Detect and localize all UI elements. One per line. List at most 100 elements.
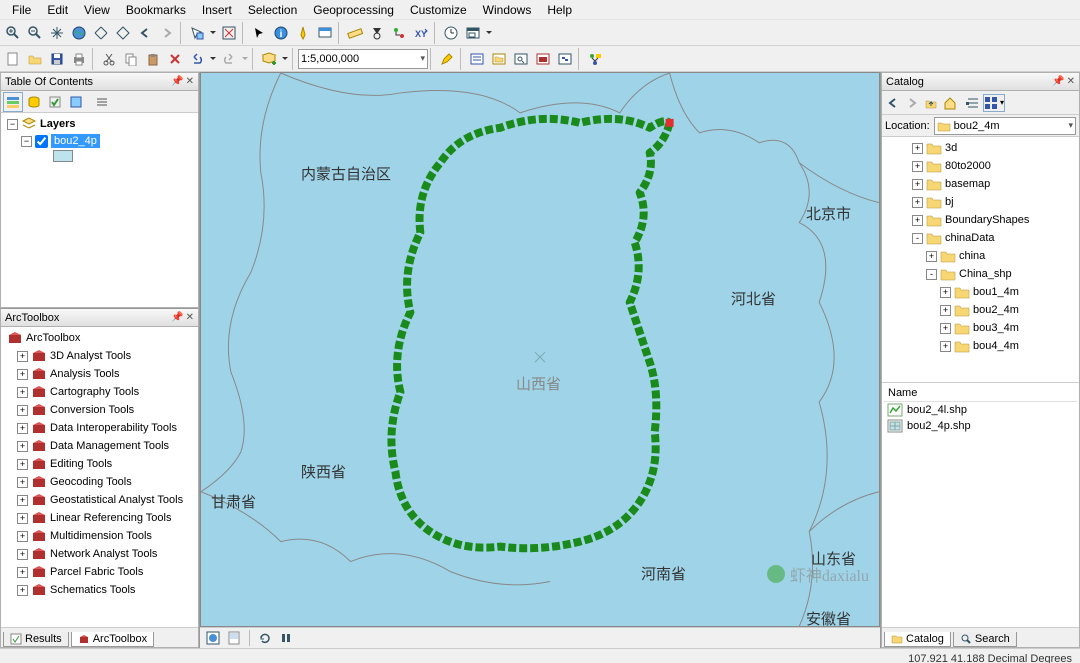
menu-file[interactable]: File <box>4 1 39 19</box>
toolbox-item[interactable]: +Multidimension Tools <box>3 527 196 545</box>
toc-layers-root[interactable]: − Layers <box>3 115 196 133</box>
expand-icon[interactable]: + <box>17 477 28 488</box>
expand-icon[interactable]: + <box>17 387 28 398</box>
delete-icon[interactable] <box>164 48 186 70</box>
expand-icon[interactable]: + <box>17 495 28 506</box>
pin-icon[interactable]: 📌 <box>171 76 183 87</box>
pause-icon[interactable] <box>277 629 295 647</box>
data-view-icon[interactable] <box>204 629 222 647</box>
expand-icon[interactable]: + <box>926 251 937 262</box>
catalog-tree-item[interactable]: -China_shp <box>884 265 1077 283</box>
toolbox-item[interactable]: +Linear Referencing Tools <box>3 509 196 527</box>
findroute-icon[interactable] <box>388 22 410 44</box>
menu-customize[interactable]: Customize <box>402 1 475 19</box>
layout-view-icon[interactable] <box>225 629 243 647</box>
toolbox-item[interactable]: +Data Interoperability Tools <box>3 419 196 437</box>
catalog-tree-item[interactable]: +80to2000 <box>884 157 1077 175</box>
menu-view[interactable]: View <box>76 1 118 19</box>
toc-symbol[interactable] <box>3 149 196 163</box>
search-window-icon[interactable] <box>510 48 532 70</box>
expand-icon[interactable]: + <box>940 323 951 334</box>
catalog-tree-item[interactable]: +bou3_4m <box>884 319 1077 337</box>
measure-icon[interactable] <box>344 22 366 44</box>
undo-dropdown-icon[interactable] <box>208 48 218 70</box>
close-icon[interactable]: ✕ <box>186 76 194 87</box>
toggle-tree-icon[interactable] <box>964 94 982 112</box>
expand-icon[interactable]: + <box>17 441 28 452</box>
catalog-tree-item[interactable]: +bou2_4m <box>884 301 1077 319</box>
redo-dropdown-icon[interactable] <box>240 48 250 70</box>
location-input[interactable]: bou2_4m ▾ <box>934 117 1076 135</box>
toolbox-item[interactable]: +Geocoding Tools <box>3 473 196 491</box>
menu-bookmarks[interactable]: Bookmarks <box>118 1 194 19</box>
expand-icon[interactable]: + <box>940 287 951 298</box>
map-view[interactable]: 内蒙古自治区 北京市 河北省 山西省 陕西省 甘肃省 河南省 山东省 安徽省 虾… <box>200 72 880 627</box>
arctoolbox-window-icon[interactable] <box>532 48 554 70</box>
add-data-icon[interactable] <box>258 48 280 70</box>
catalog-tree-item[interactable]: +bj <box>884 193 1077 211</box>
home-icon[interactable] <box>941 94 959 112</box>
toolbox-item[interactable]: +Analysis Tools <box>3 365 196 383</box>
layer-visibility-checkbox[interactable] <box>35 135 48 148</box>
collapse-icon[interactable]: - <box>926 269 937 280</box>
scale-input[interactable]: 1:5,000,000▾ <box>298 49 428 69</box>
tab-arctoolbox[interactable]: ArcToolbox <box>71 632 154 647</box>
menu-selection[interactable]: Selection <box>240 1 305 19</box>
toolbox-item[interactable]: +Geostatistical Analyst Tools <box>3 491 196 509</box>
list-by-visibility-icon[interactable] <box>45 92 65 112</box>
close-icon[interactable]: ✕ <box>1067 76 1075 87</box>
cut-icon[interactable] <box>98 48 120 70</box>
catalog-file-item[interactable]: bou2_4l.shp <box>884 402 1077 418</box>
expand-icon[interactable]: + <box>17 351 28 362</box>
menu-geoprocessing[interactable]: Geoprocessing <box>305 1 402 19</box>
collapse-icon[interactable]: - <box>912 233 923 244</box>
hyperlink-icon[interactable] <box>292 22 314 44</box>
expand-icon[interactable]: + <box>17 585 28 596</box>
zoom-in-icon[interactable] <box>2 22 24 44</box>
refresh-icon[interactable] <box>256 629 274 647</box>
back-icon[interactable] <box>884 94 902 112</box>
list-by-selection-icon[interactable] <box>66 92 86 112</box>
expand-icon[interactable]: + <box>912 179 923 190</box>
expand-icon[interactable]: + <box>912 161 923 172</box>
model-builder-icon[interactable] <box>584 48 606 70</box>
viewer-window-icon[interactable] <box>462 22 484 44</box>
select-features-icon[interactable] <box>186 22 208 44</box>
pointer-icon[interactable] <box>248 22 270 44</box>
expand-icon[interactable]: + <box>17 459 28 470</box>
tab-search[interactable]: Search <box>953 632 1017 647</box>
find-icon[interactable] <box>366 22 388 44</box>
editor-toolbar-icon[interactable] <box>436 48 458 70</box>
expand-icon[interactable]: + <box>912 143 923 154</box>
list-by-source-icon[interactable] <box>24 92 44 112</box>
redo-icon[interactable] <box>218 48 240 70</box>
add-data-dropdown-icon[interactable] <box>280 48 290 70</box>
layer-name[interactable]: bou2_4p <box>51 134 100 148</box>
python-window-icon[interactable] <box>554 48 576 70</box>
expand-icon[interactable]: + <box>912 197 923 208</box>
paste-icon[interactable] <box>142 48 164 70</box>
chevron-down-icon[interactable]: ▾ <box>1068 120 1073 131</box>
pin-icon[interactable]: 📌 <box>1052 76 1064 87</box>
chevron-down-icon[interactable]: ▾ <box>420 53 425 64</box>
expand-icon[interactable]: + <box>17 513 28 524</box>
toolbox-item[interactable]: +Network Analyst Tools <box>3 545 196 563</box>
collapse-icon[interactable]: − <box>21 136 32 147</box>
toc-icon[interactable] <box>466 48 488 70</box>
catalog-file-item[interactable]: bou2_4p.shp <box>884 418 1077 434</box>
full-extent-icon[interactable] <box>68 22 90 44</box>
toolbox-item[interactable]: +Editing Tools <box>3 455 196 473</box>
menu-windows[interactable]: Windows <box>475 1 540 19</box>
catalog-tree-item[interactable]: +china <box>884 247 1077 265</box>
save-icon[interactable] <box>46 48 68 70</box>
select-dropdown-icon[interactable] <box>208 22 218 44</box>
catalog-window-icon[interactable] <box>488 48 510 70</box>
tab-results[interactable]: Results <box>3 632 69 647</box>
zoom-out-icon[interactable] <box>24 22 46 44</box>
clear-selection-icon[interactable] <box>218 22 240 44</box>
toolbox-item[interactable]: +Data Management Tools <box>3 437 196 455</box>
options-icon[interactable] <box>92 92 112 112</box>
catalog-tree-item[interactable]: +bou4_4m <box>884 337 1077 355</box>
expand-icon[interactable]: + <box>17 423 28 434</box>
copy-icon[interactable] <box>120 48 142 70</box>
